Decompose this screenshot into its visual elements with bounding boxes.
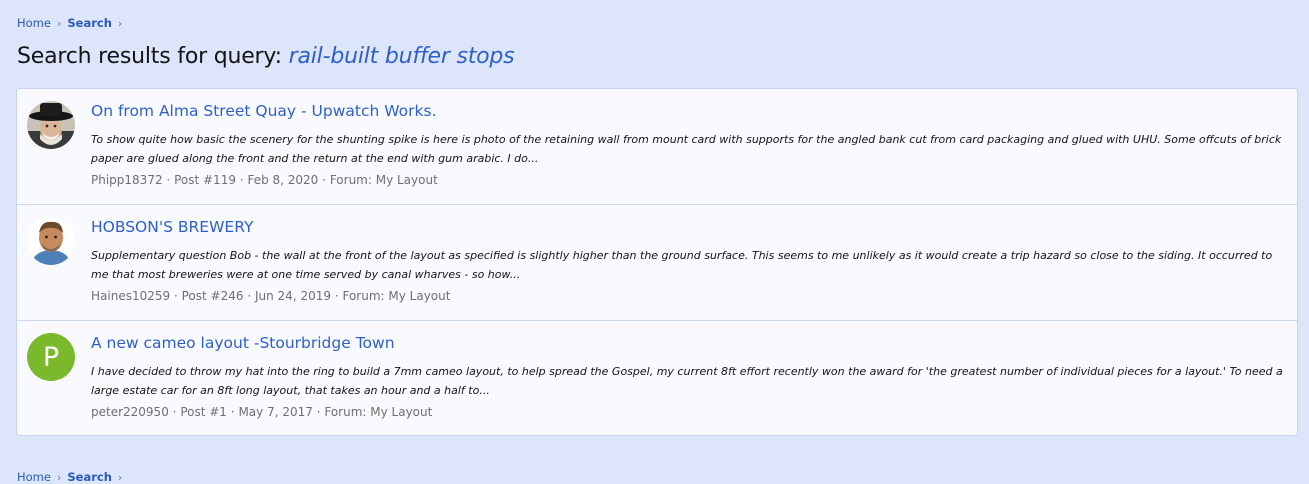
result-post-number: Post #119 — [174, 173, 236, 187]
result-forum-link[interactable]: Forum: My Layout — [324, 405, 432, 419]
avatar-letter: P — [42, 341, 60, 373]
breadcrumb-home-link[interactable]: Home — [17, 16, 51, 30]
breadcrumb-search-link[interactable]: Search — [67, 16, 112, 30]
search-result-item: P A new cameo layout -Stourbridge Town I… — [17, 321, 1297, 437]
meta-separator: · — [334, 289, 339, 303]
result-post-number: Post #1 — [180, 405, 227, 419]
result-author-link[interactable]: peter220950 — [91, 405, 169, 419]
meta-separator: · — [230, 405, 235, 419]
result-meta: Haines10259 · Post #246 · Jun 24, 2019 ·… — [91, 289, 450, 303]
avatar[interactable] — [27, 101, 75, 149]
breadcrumb-home-link[interactable]: Home — [17, 470, 51, 484]
result-author-link[interactable]: Haines10259 — [91, 289, 170, 303]
result-date: Jun 24, 2019 — [254, 289, 331, 303]
breadcrumb: Home › Search › — [17, 16, 122, 30]
avatar[interactable]: P — [27, 333, 75, 381]
breadcrumb-separator-icon: › — [117, 470, 123, 484]
meta-separator: · — [322, 173, 326, 187]
result-forum-link[interactable]: Forum: My Layout — [342, 289, 450, 303]
avatar-photo-icon — [27, 101, 75, 149]
breadcrumb-bottom: Home › Search › — [17, 470, 122, 484]
result-date: Feb 8, 2020 — [247, 173, 319, 187]
search-query-link[interactable]: rail-built buffer stops — [289, 44, 515, 69]
meta-separator: · — [239, 173, 244, 187]
meta-separator: · — [316, 405, 321, 419]
search-results-list: On from Alma Street Quay - Upwatch Works… — [16, 88, 1298, 436]
avatar-photo-icon — [27, 217, 75, 265]
result-title-link[interactable]: On from Alma Street Quay - Upwatch Works… — [91, 102, 437, 120]
result-title-link[interactable]: HOBSON'S BREWERY — [91, 218, 253, 236]
page-title-prefix: Search results for query: — [17, 44, 282, 69]
result-meta: Phipp18372 · Post #119 · Feb 8, 2020 · F… — [91, 173, 438, 187]
search-result-item: HOBSON'S BREWERY Supplementary question … — [17, 205, 1297, 321]
breadcrumb-separator-icon: › — [56, 16, 62, 30]
avatar[interactable] — [27, 217, 75, 265]
result-snippet: To show quite how basic the scenery for … — [91, 133, 1282, 165]
result-post-number: Post #246 — [181, 289, 244, 303]
meta-separator: · — [173, 289, 178, 303]
result-meta: peter220950 · Post #1 · May 7, 2017 · Fo… — [91, 405, 432, 419]
result-date: May 7, 2017 — [238, 405, 313, 419]
page-title: Search results for query: rail-built buf… — [17, 44, 515, 69]
meta-separator: · — [172, 405, 177, 419]
result-forum-link[interactable]: Forum: My Layout — [330, 173, 438, 187]
result-snippet: Supplementary question Bob - the wall at… — [91, 249, 1273, 281]
breadcrumb-separator-icon: › — [117, 16, 123, 30]
breadcrumb-search-link[interactable]: Search — [67, 470, 112, 484]
search-result-item: On from Alma Street Quay - Upwatch Works… — [17, 89, 1297, 205]
result-title-link[interactable]: A new cameo layout -Stourbridge Town — [91, 334, 395, 352]
result-snippet: I have decided to throw my hat into the … — [91, 365, 1283, 397]
breadcrumb-separator-icon: › — [56, 470, 62, 484]
meta-separator: · — [166, 173, 171, 187]
meta-separator: · — [247, 289, 252, 303]
result-author-link[interactable]: Phipp18372 — [91, 173, 163, 187]
